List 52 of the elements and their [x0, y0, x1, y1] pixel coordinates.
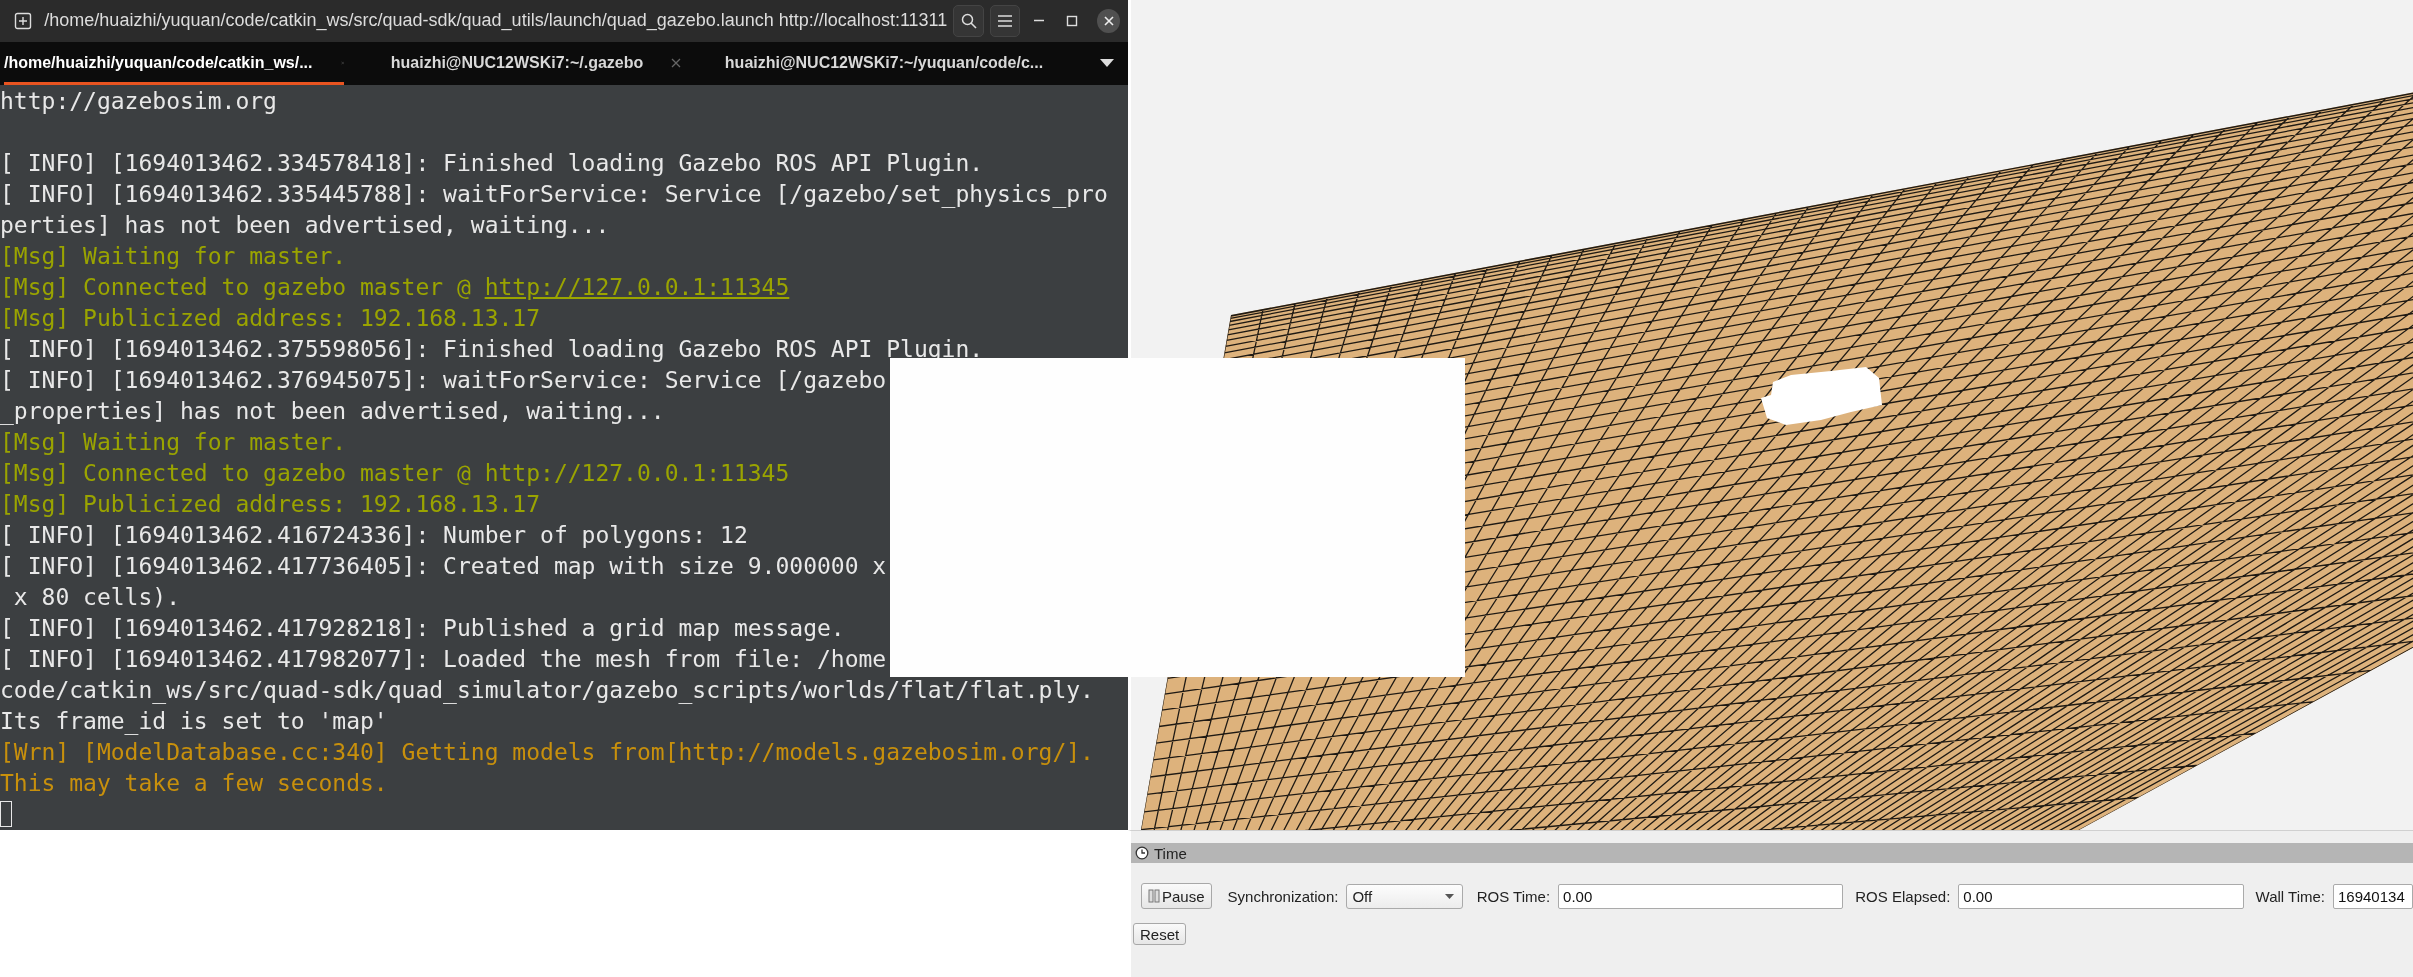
window-title: /home/huaizhi/yuquan/code/catkin_ws/src/quad-sdk/quad_utils/launch/quad_gazebo.launch http://localhost:11311 — [44, 10, 948, 32]
pause-button[interactable]: Pause — [1141, 883, 1212, 909]
ros-elapsed-label: ROS Elapsed: — [1855, 887, 1951, 905]
terminal-tab[interactable]: huaizhi@NUC12WSKi7:~/yuquan/code/c... — [728, 41, 1068, 85]
terminal-line: http://gazebosim.org — [0, 87, 277, 116]
terminal-line: [ INFO] [1694013462.335445788]: waitForService: Service [/gazebo/set_physics_pro — [0, 180, 1108, 210]
terminal-line: [ INFO] [1694013462.416724336]: Number of polygons: 12 — [0, 521, 748, 550]
ros-time-label: ROS Time: — [1476, 887, 1551, 905]
terminal-line: [ INFO] [1694013462.375598056]: Finished loading Gazebo ROS API Plugin. — [0, 335, 984, 364]
caret-icon — [1444, 893, 1454, 899]
terminal-line: _properties] has not been advertised, waiting... — [0, 397, 665, 427]
terminal-line: [ INFO] [1694013462.417736405]: Created map with size 9.000000 x — [0, 552, 887, 581]
close-tab-icon[interactable] — [671, 58, 682, 69]
clock-icon — [1135, 846, 1149, 860]
terminal-line: [ INFO] [1694013462.376945075]: waitForService: Service [/gazebo — [0, 366, 887, 395]
terminal-line: [ INFO] [1694013462.417982077]: Loaded the mesh from file: /home — [0, 645, 887, 674]
wall-time-label: Wall Time: — [2255, 887, 2325, 905]
maximize-icon — [1065, 14, 1078, 27]
plus-icon — [14, 11, 33, 30]
terminal-tab[interactable]: huaizhi@NUC12WSKi7:~/.gazebo — [366, 41, 706, 85]
terminal-line: [ INFO] [1694013462.334578418]: Finished loading Gazebo ROS API Plugin. — [0, 149, 984, 178]
terminal-line: code/catkin_ws/src/quad-sdk/quad_simulator/gazebo_scripts/worlds/flat/flat.ply. — [0, 676, 1094, 706]
terminal-line: Its frame_id is set to 'map' — [0, 707, 388, 737]
close-icon — [1103, 15, 1114, 26]
terminal-line: [Msg] Waiting for master. — [0, 242, 347, 271]
terminal-line: [Msg] Connected to gazebo master @ — [0, 273, 472, 302]
ros-time-field[interactable]: 0.00 — [1558, 883, 1844, 909]
terminal-line: perties] has not been advertised, waiting... — [0, 211, 610, 240]
terminal-line: [Wrn] [ModelDatabase.cc:340] Getting models from[http://models.gazebosim.org/]. — [0, 738, 1094, 767]
dropdown-arrow-icon[interactable] — [1100, 59, 1114, 68]
terminal-line: x 80 cells). — [12, 583, 180, 612]
sync-label: Synchronization: — [1227, 887, 1339, 905]
terminal-line: [ INFO] [1694013462.417928218]: Published a grid map message. — [0, 614, 845, 643]
terminal-tab[interactable]: /home/huaizhi/yuquan/code/catkin_ws/... — [4, 41, 344, 85]
reset-button[interactable]: Reset — [1133, 923, 1187, 945]
search-button[interactable] — [953, 4, 984, 37]
terminal-line: [Msg] Connected to gazebo master @ http://127.0.0.1:11345 — [0, 459, 790, 488]
panel-title: Time — [1154, 844, 1187, 862]
search-icon — [959, 11, 978, 30]
terminal-line: [Msg] Waiting for master. — [0, 428, 347, 457]
close-button[interactable] — [1097, 8, 1120, 33]
terminal-line: This may take a few seconds. — [0, 769, 388, 798]
menu-button[interactable] — [989, 4, 1021, 37]
pause-icon — [1148, 889, 1160, 903]
terminal-line: [Msg] Publicized address: 192.168.13.17 — [0, 490, 541, 519]
menu-icon — [996, 13, 1013, 28]
minimize-icon — [1033, 19, 1046, 23]
wall-time-field[interactable]: 16940134 — [2333, 883, 2413, 909]
sync-dropdown[interactable]: Off — [1346, 883, 1463, 909]
terminal-link[interactable]: http://127.0.0.1:11345 — [484, 272, 790, 303]
terminal-line: [Msg] Publicized address: 192.168.13.17 — [0, 304, 541, 333]
ros-elapsed-field[interactable]: 0.00 — [1958, 883, 2244, 909]
